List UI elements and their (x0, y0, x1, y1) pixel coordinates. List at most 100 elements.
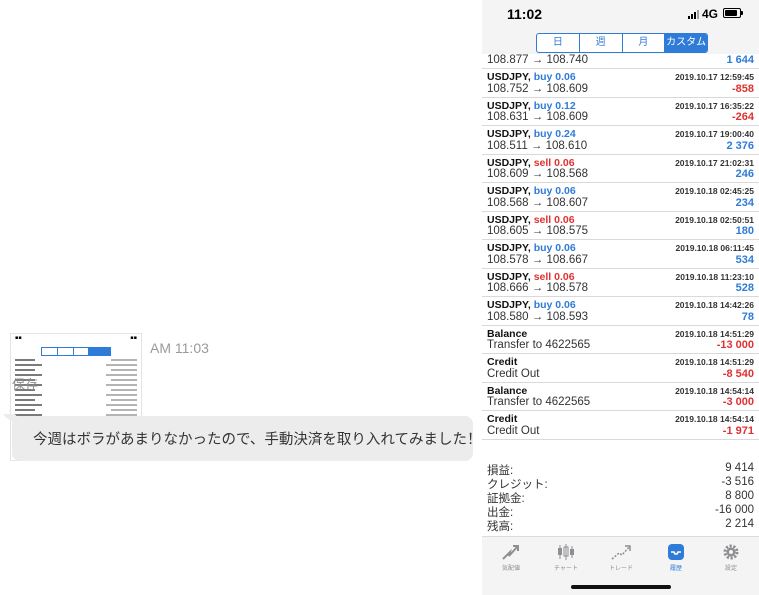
summary-label: 残高: (487, 521, 514, 533)
trade-header: USDJPY, buy 0.06 (487, 299, 576, 311)
tab-history[interactable]: 履歴 (651, 543, 701, 572)
symbol-label: USDJPY, (487, 185, 531, 197)
history-row[interactable]: USDJPY, sell 0.06 2019.10.18 02:50:51 108.… (482, 212, 759, 240)
thumbnail-text-line (15, 359, 35, 361)
side-label: buy 0.12 (533, 99, 576, 112)
thumbnail-text-line (15, 364, 42, 366)
operation-datetime: 2019.10.18 14:54:14 (675, 385, 754, 396)
tab-settings[interactable]: 設定 (706, 543, 756, 572)
save-link[interactable]: 保存 (12, 374, 38, 393)
trade-header: USDJPY, buy 0.24 (487, 128, 576, 140)
thumbnail-text-line (15, 394, 42, 396)
period-segmented-control[interactable]: 日 週 月 カスタム (536, 33, 708, 53)
thumbnail-text-line (15, 399, 35, 401)
symbol-label: USDJPY, (487, 242, 531, 254)
bubble-tail (2, 414, 24, 424)
thumbnail-status-bar: ▪▪ ▪▪ (15, 335, 137, 341)
history-row[interactable]: USDJPY, sell 0.06 2019.10.18 11:23:10 108.… (482, 269, 759, 297)
thumbnail-text-line (111, 359, 137, 361)
message-bubble[interactable]: 今週はボラがあまりなかったので、手動決済を取り入れてみました！ (2, 414, 481, 461)
trade-header: USDJPY, buy 0.06 (487, 71, 576, 83)
tab-quotes[interactable]: 気配値 (486, 543, 536, 572)
profit-amount: 1 644 (726, 54, 754, 66)
trade-header: USDJPY, sell 0.06 (487, 214, 575, 226)
symbol-label: USDJPY, (487, 128, 531, 140)
history-row[interactable]: Balance 2019.10.18 14:54:14 Transfer to 46… (482, 383, 759, 411)
history-row[interactable]: USDJPY, buy 0.24 2019.10.17 19:00:40 108.5… (482, 126, 759, 155)
status-bar: 11:02 4G 日 週 月 カスタム (482, 0, 759, 54)
chart-icon (558, 544, 574, 560)
history-row[interactable]: USDJPY, buy 0.06 2019.10.18 06:11:45 108.5… (482, 240, 759, 269)
tab-day[interactable]: 日 (537, 34, 580, 52)
thumbnail-text-line (111, 409, 137, 411)
operation-amount: -8 540 (722, 367, 754, 380)
thumbnail-text-line (106, 394, 137, 396)
profit-amount: -858 (731, 82, 754, 95)
side-label: buy 0.06 (533, 299, 576, 311)
home-indicator (571, 585, 671, 589)
price-range: 108.752 → 108.609 (487, 82, 589, 95)
history-row[interactable]: Credit 2019.10.18 14:54:14 Credit Out -1 97… (482, 411, 759, 440)
summary-value: 9 414 (725, 462, 754, 474)
price-range: 108.631 → 108.609 (487, 111, 589, 123)
trade-datetime: 2019.10.18 14:42:26 (675, 300, 754, 310)
status-time: 11:02 (507, 6, 543, 22)
network-label: 4G (702, 7, 719, 21)
phone-screenshot: 11:02 4G 日 週 月 カスタム 108.877 → 108.740 1 … (482, 0, 759, 595)
symbol-label: USDJPY, (487, 270, 531, 283)
symbol-label: USDJPY, (487, 213, 531, 226)
battery-icon (723, 8, 743, 18)
thumbnail-text-line (106, 384, 137, 386)
tab-trade[interactable]: トレード (596, 543, 646, 572)
tab-month[interactable]: 月 (623, 34, 666, 52)
side-label: sell 0.06 (533, 213, 575, 226)
summary-row: 損益: 9 414 (482, 462, 759, 477)
side-label: buy 0.06 (533, 185, 576, 197)
thumbnail-text-line (106, 364, 137, 366)
tab-chart[interactable]: チャート (541, 543, 591, 572)
tab-label: トレード (608, 566, 633, 572)
price-range: 108.580 → 108.593 (487, 310, 589, 323)
profit-amount: 2 376 (726, 139, 754, 152)
thumbnail-text-line (15, 409, 35, 411)
summary-value: -3 516 (721, 476, 754, 488)
profit-amount: 246 (735, 168, 754, 180)
trade-datetime: 2019.10.18 06:11:45 (675, 243, 754, 253)
history-row[interactable]: USDJPY, buy 0.06 2019.10.17 12:59:45 108.7… (482, 69, 759, 98)
thumbnail-text-line (111, 379, 137, 381)
history-icon (668, 544, 684, 560)
history-row[interactable]: USDJPY, buy 0.06 2019.10.18 14:42:26 108.5… (482, 297, 759, 326)
tab-custom[interactable]: カスタム (665, 34, 707, 52)
history-row[interactable]: Balance 2019.10.18 14:51:29 Transfer to 46… (482, 326, 759, 354)
side-label: buy 0.24 (533, 128, 576, 140)
profit-amount: 234 (735, 196, 754, 209)
history-list[interactable]: 108.877 → 108.740 1 644 USDJPY, buy 0.06… (482, 53, 759, 440)
operation-datetime: 2019.10.18 14:51:29 (675, 357, 754, 367)
history-row[interactable]: USDJPY, sell 0.06 2019.10.17 21:02:31 108.… (482, 155, 759, 183)
history-row[interactable]: Credit 2019.10.18 14:51:29 Credit Out -8 54… (482, 354, 759, 383)
operation-amount: -3 000 (722, 396, 754, 408)
operation-amount: -1 971 (722, 424, 754, 437)
tab-week[interactable]: 週 (580, 34, 623, 52)
history-row[interactable]: USDJPY, buy 0.12 2019.10.17 16:35:22 108.6… (482, 98, 759, 126)
summary-row: クレジット: -3 516 (482, 476, 759, 491)
trade-header: USDJPY, buy 0.06 (487, 242, 576, 254)
summary-value: 8 800 (725, 490, 754, 502)
side-label: buy 0.06 (533, 71, 576, 83)
operation-title: Credit (487, 413, 518, 425)
price-range: 108.605 → 108.575 (487, 225, 589, 237)
symbol-label: USDJPY, (487, 299, 531, 311)
thumbnail-text-line (15, 404, 42, 406)
profit-amount: 528 (735, 282, 754, 294)
history-row-partial[interactable]: 108.877 → 108.740 1 644 (482, 53, 759, 69)
chat-panel: ▪▪ ▪▪ AM 11:03 保存 今週はボラがあまりなかったので、手動決済を取り… (0, 0, 481, 595)
history-row[interactable]: USDJPY, buy 0.06 2019.10.18 02:45:25 108.5… (482, 183, 759, 212)
side-label: sell 0.06 (533, 270, 575, 283)
trade-header: USDJPY, sell 0.06 (487, 271, 575, 283)
trade-header: USDJPY, sell 0.06 (487, 157, 575, 169)
tab-label: 設定 (724, 566, 737, 572)
price-range: 108.511 → 108.610 (487, 139, 588, 152)
quotes-icon (502, 545, 519, 560)
thumbnail-text-line (106, 374, 137, 376)
trade-header: USDJPY, buy 0.12 (487, 100, 576, 112)
